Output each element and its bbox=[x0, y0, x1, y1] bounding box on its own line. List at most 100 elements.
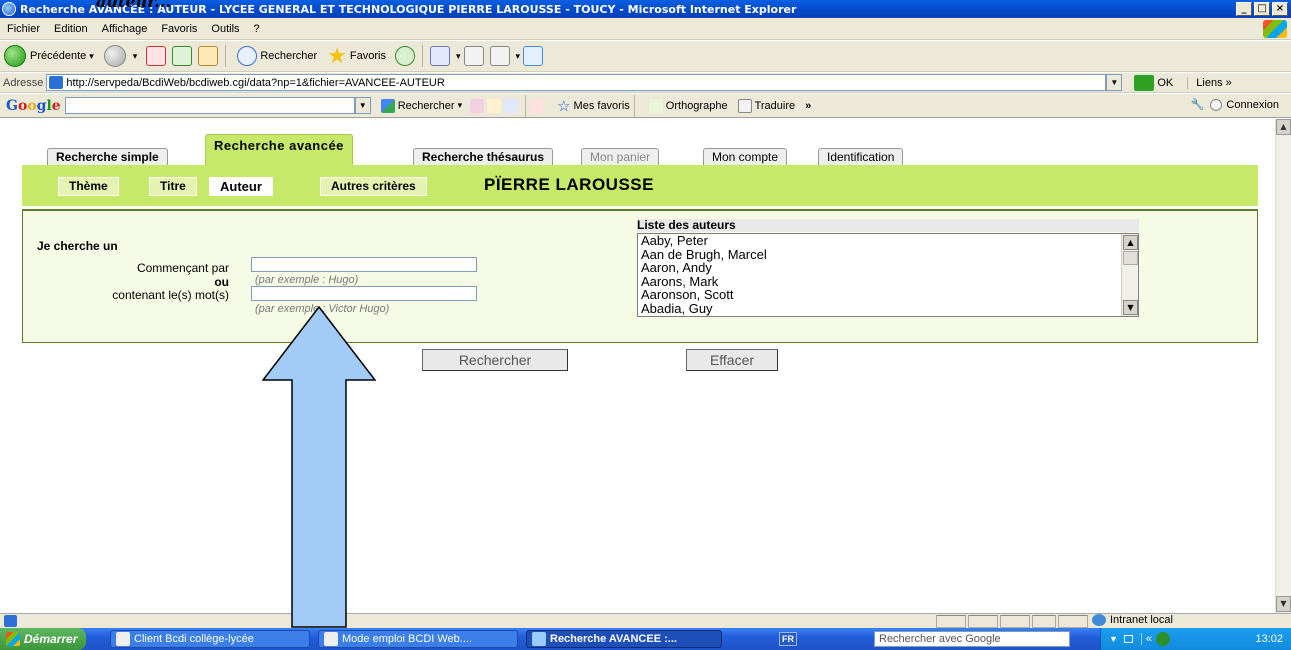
subtab-theme[interactable]: Thème bbox=[58, 177, 119, 196]
history-icon[interactable] bbox=[394, 46, 415, 66]
connexion-button[interactable]: Connexion bbox=[1226, 99, 1279, 111]
plus-icon[interactable] bbox=[504, 98, 519, 113]
window-title: Recherche AVANCEE : AUTEUR - LYCEE GENER… bbox=[20, 2, 797, 16]
taskbar-item[interactable]: Recherche AVANCEE :... bbox=[526, 630, 722, 648]
close-button[interactable]: × bbox=[1272, 2, 1288, 16]
toolbar-separator bbox=[633, 94, 635, 117]
address-dropdown-button[interactable]: ▼ bbox=[1106, 74, 1123, 91]
links-button[interactable]: Liens » bbox=[1187, 76, 1232, 89]
google-search-dropdown[interactable]: ▼ bbox=[354, 97, 371, 114]
translate-button[interactable]: Traduire bbox=[737, 98, 795, 113]
menu-outils[interactable]: Outils bbox=[204, 23, 246, 35]
google-toolbar: Google ▼ Rechercher ▾ ☆ Mes favoris Orth… bbox=[0, 94, 1291, 118]
menu-bar: Fichier Edition Affichage Favoris Outils… bbox=[0, 18, 1291, 40]
search-submit-button[interactable]: Rechercher bbox=[422, 349, 568, 371]
or-label: ou bbox=[214, 275, 229, 289]
maximize-button[interactable]: □ bbox=[1254, 2, 1270, 16]
mail-icon[interactable] bbox=[429, 46, 450, 66]
go-arrow-icon bbox=[1134, 74, 1155, 91]
tab-recherche-thesaurus[interactable]: Recherche thésaurus bbox=[413, 148, 554, 166]
google-search-icon bbox=[380, 98, 395, 113]
go-button[interactable]: OK bbox=[1134, 74, 1173, 91]
clear-button[interactable]: Effacer bbox=[686, 349, 778, 371]
wrench-icon[interactable]: 🔧 bbox=[1191, 98, 1205, 111]
subtab-auteur[interactable]: Auteur bbox=[209, 177, 273, 196]
starts-with-label: Commençant par bbox=[136, 261, 229, 275]
menu-fichier[interactable]: Fichier bbox=[0, 23, 47, 35]
print-icon[interactable] bbox=[463, 46, 484, 66]
contains-input[interactable] bbox=[251, 286, 477, 301]
page-content: Recherche simple Recherche avancée Reche… bbox=[0, 119, 1275, 613]
stop-icon[interactable] bbox=[146, 46, 167, 66]
refresh-icon[interactable] bbox=[172, 46, 193, 66]
tab-identification[interactable]: Identification bbox=[818, 148, 904, 166]
menu-edition[interactable]: Edition bbox=[47, 23, 95, 35]
page-status-icon bbox=[4, 615, 17, 627]
favorites-label: Favoris bbox=[349, 50, 386, 62]
page-scrollbar[interactable]: ▲ ▼ bbox=[1275, 119, 1291, 613]
scroll-up-icon[interactable]: ▲ bbox=[1123, 235, 1138, 250]
list-item[interactable]: Aaron, Andy bbox=[638, 261, 1138, 275]
tray-dropdown-icon[interactable]: ▼ bbox=[1109, 634, 1118, 644]
scroll-down-icon[interactable]: ▼ bbox=[1123, 300, 1138, 315]
google-search-button[interactable]: Rechercher ▾ bbox=[380, 98, 463, 113]
orkut-icon[interactable] bbox=[487, 98, 502, 113]
taskbar-item-label: Mode emploi BCDI Web.... bbox=[342, 633, 473, 645]
taskbar-search-input[interactable]: Rechercher avec Google bbox=[874, 631, 1070, 647]
more-chevron-icon[interactable]: » bbox=[805, 100, 811, 112]
tab-mon-compte[interactable]: Mon compte bbox=[703, 148, 788, 166]
menu-help[interactable]: ? bbox=[247, 23, 267, 35]
popup-blocker-icon[interactable] bbox=[530, 98, 545, 113]
form-heading: Je cherche un bbox=[37, 239, 118, 253]
start-button[interactable]: Démarrer bbox=[0, 628, 86, 650]
favorites-button[interactable]: ★ Favoris bbox=[327, 45, 386, 67]
forward-button[interactable]: ▾ bbox=[103, 45, 138, 67]
status-cell bbox=[1000, 615, 1030, 628]
listbox-scrollbar[interactable]: ▲ ▼ bbox=[1121, 234, 1138, 316]
minimize-button[interactable]: _ bbox=[1236, 2, 1252, 16]
bookmarks-label: Mes favoris bbox=[573, 99, 630, 112]
search-icon bbox=[237, 46, 258, 66]
search-button[interactable]: Rechercher bbox=[234, 46, 317, 66]
list-item[interactable]: Abadia, Guy bbox=[638, 302, 1138, 316]
windows-logo-icon bbox=[1263, 20, 1287, 38]
list-item[interactable]: Aaronson, Scott bbox=[638, 288, 1138, 302]
menu-favoris[interactable]: Favoris bbox=[154, 23, 204, 35]
status-cell bbox=[1058, 615, 1088, 628]
subtab-titre[interactable]: Titre bbox=[149, 177, 197, 196]
scroll-down-icon[interactable]: ▼ bbox=[1276, 596, 1291, 612]
news-icon[interactable] bbox=[470, 98, 485, 113]
list-item[interactable]: Aarons, Mark bbox=[638, 275, 1138, 289]
scroll-up-icon[interactable]: ▲ bbox=[1276, 119, 1291, 135]
chevron-down-icon: ▾ bbox=[457, 100, 463, 110]
home-icon[interactable] bbox=[198, 46, 219, 66]
author-listbox[interactable]: Aaby, Peter Aan de Brugh, Marcel Aaron, … bbox=[637, 233, 1139, 317]
globe-icon bbox=[1092, 614, 1106, 626]
security-zone: Intranet local bbox=[1092, 614, 1173, 626]
back-button[interactable]: Précédente ▾ bbox=[4, 45, 94, 67]
taskbar-item[interactable]: Mode emploi BCDI Web.... bbox=[318, 630, 518, 648]
taskbar-item[interactable]: Client Bcdi collège-lycée bbox=[110, 630, 310, 648]
subtab-autres-criteres[interactable]: Autres critères bbox=[320, 177, 427, 196]
network-icon[interactable] bbox=[1156, 632, 1171, 646]
system-tray: ▼ « 13:02 bbox=[1100, 628, 1291, 650]
google-account-area: 🔧 Connexion bbox=[1191, 98, 1279, 111]
messenger-icon[interactable] bbox=[523, 46, 544, 66]
menu-affichage[interactable]: Affichage bbox=[95, 23, 155, 35]
tab-recherche-simple[interactable]: Recherche simple bbox=[47, 148, 168, 166]
starts-with-input[interactable] bbox=[251, 257, 477, 272]
list-item[interactable]: Aaby, Peter bbox=[638, 234, 1138, 248]
address-input[interactable]: http://servpeda/BcdiWeb/bcdiweb.cgi/data… bbox=[46, 74, 1107, 91]
contains-label: contenant le(s) mot(s) bbox=[112, 288, 229, 302]
list-item[interactable]: Aan de Brugh, Marcel bbox=[638, 247, 1138, 262]
edit-icon[interactable] bbox=[489, 46, 510, 66]
taskbar: Démarrer Client Bcdi collège-lycée Mode … bbox=[0, 628, 1291, 650]
language-indicator[interactable]: FR bbox=[779, 632, 797, 646]
chevron-down-icon: ▾ bbox=[132, 50, 138, 61]
bookmarks-button[interactable]: ☆ Mes favoris bbox=[557, 97, 630, 115]
spellcheck-button[interactable]: Orthographe bbox=[648, 98, 728, 113]
google-search-input[interactable] bbox=[64, 97, 355, 114]
scroll-thumb[interactable] bbox=[1123, 251, 1138, 265]
tray-expand-icon[interactable]: « bbox=[1140, 633, 1152, 645]
tray-window-icon[interactable] bbox=[1123, 635, 1133, 643]
